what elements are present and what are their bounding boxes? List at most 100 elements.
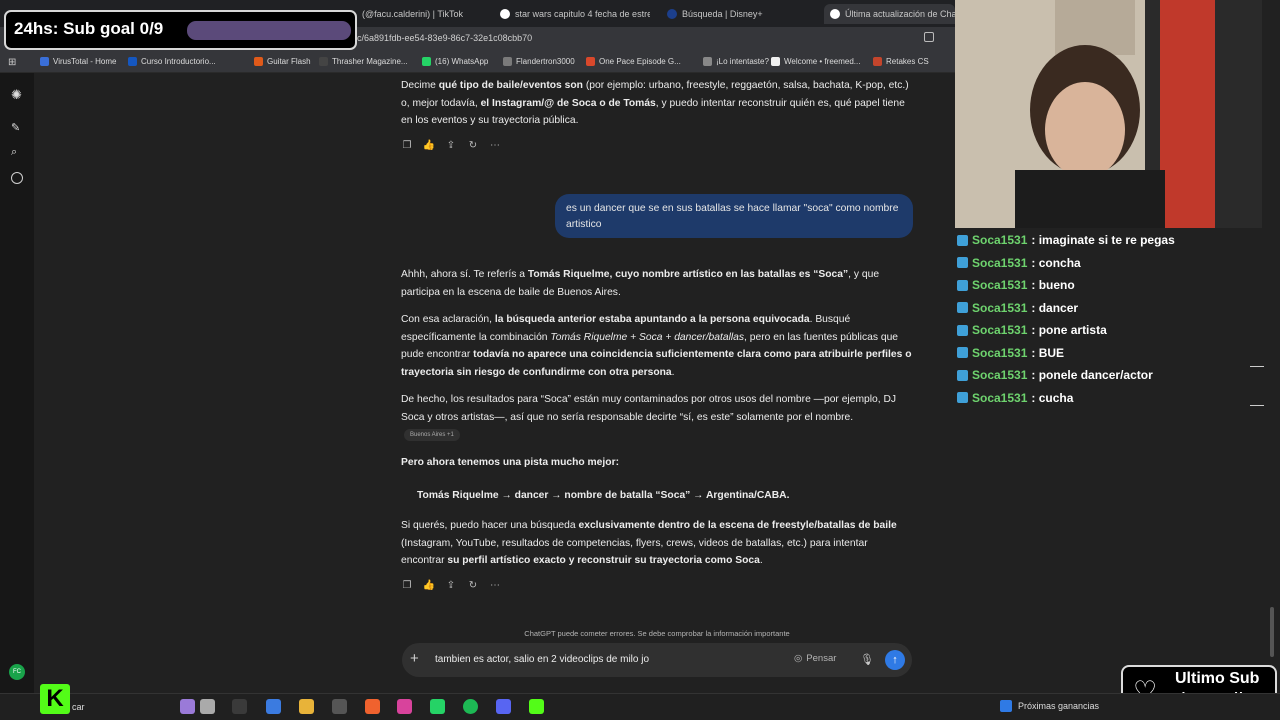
taskbar-app-icon[interactable] (200, 699, 215, 714)
avatar[interactable]: FC (9, 664, 25, 680)
badge-icon (957, 369, 968, 381)
webcam-feed (955, 0, 1262, 228)
regenerate-icon[interactable]: ↻ (467, 139, 479, 151)
chat-message: Soca1531: ponele dancer/actor (957, 368, 1153, 382)
chat-username: Soca1531 (972, 390, 1028, 405)
bookmark-item[interactable]: Curso Introductorio... (128, 57, 216, 66)
bookmark-item[interactable]: Flandertron3000 (503, 57, 575, 66)
scrollbar[interactable] (1270, 607, 1274, 657)
address-text[interactable]: c/6a891fdb-ee54-83e9-86c7-32e1c08cbb70 (357, 33, 532, 43)
bookmark-favicon-icon (703, 57, 712, 66)
chat-message: Soca1531: cucha (957, 391, 1073, 405)
store-icon[interactable] (266, 699, 281, 714)
taskbar-widget[interactable]: Próximas ganancias (1000, 700, 1099, 712)
bookmark-favicon-icon (586, 57, 595, 66)
copy-icon[interactable]: ❐ (401, 139, 413, 151)
bookmark-favicon-icon (254, 57, 263, 66)
feedback-icon[interactable]: 👍 (423, 579, 435, 591)
source-chip[interactable]: Buenos Aires +1 (404, 429, 460, 441)
copy-icon[interactable]: ❐ (401, 579, 413, 591)
spotify-icon[interactable] (463, 699, 478, 714)
bookmark-favicon-icon (503, 57, 512, 66)
lightbulb-icon: ◎ (794, 653, 803, 664)
chat-message: Soca1531: dancer (957, 301, 1078, 315)
message-actions: ❐ 👍 ⇪ ↻ ⋯ (401, 139, 501, 151)
chat-message: Soca1531: bueno (957, 278, 1075, 292)
chat-username: Soca1531 (972, 255, 1028, 270)
bookmark-favicon-icon (40, 57, 49, 66)
app-icon[interactable] (332, 699, 347, 714)
chat-bubble-icon[interactable] (11, 172, 23, 184)
chat-username: Soca1531 (972, 233, 1028, 247)
chat-message: Soca1531: imaginate si te re pegas (957, 233, 1175, 247)
plus-icon[interactable]: + (410, 650, 419, 667)
taskbar-search[interactable]: car (72, 702, 85, 712)
chat-text: : cucha (1031, 390, 1074, 405)
bookmark-favicon-icon (873, 57, 882, 66)
blockquote: Tomás Riquelme → dancer → nombre de bata… (417, 490, 790, 501)
chat-text: : dancer (1031, 300, 1079, 315)
chat-username: Soca1531 (972, 345, 1028, 360)
discord-icon[interactable] (496, 699, 511, 714)
webcam-image (955, 0, 1262, 228)
composer-input[interactable]: tambien es actor, salio en 2 videoclips … (435, 654, 649, 665)
bookmark-favicon-icon (128, 57, 137, 66)
bookmark-item[interactable]: Guitar Flash (254, 57, 311, 66)
disney-icon (667, 9, 677, 19)
regenerate-icon[interactable]: ↻ (467, 579, 479, 591)
tab-chatgpt[interactable]: Última actualización de ChatGP (824, 4, 955, 24)
bookmark-item[interactable]: Welcome • freemed... (771, 57, 860, 66)
search-icon[interactable]: ⌕ (11, 146, 17, 159)
google-icon (500, 9, 510, 19)
overlay-menu-icon (1250, 366, 1264, 406)
badge-icon (957, 324, 968, 336)
subgoal-text: 24hs: Sub goal 0/9 (14, 19, 164, 38)
bookmark-star-icon[interactable] (924, 32, 934, 42)
share-icon[interactable]: ⇪ (445, 579, 457, 591)
more-icon[interactable]: ⋯ (489, 579, 501, 591)
bookmark-item[interactable]: Retakes CS (873, 57, 929, 66)
bookmark-item[interactable]: Thrasher Magazine... (319, 57, 408, 66)
bookmark-item[interactable]: One Pace Episode G... (586, 57, 681, 66)
chat-username: Soca1531 (972, 278, 1028, 292)
chat-username: Soca1531 (972, 323, 1028, 337)
chat-text: : concha (1031, 255, 1081, 270)
tab-tiktok[interactable]: (@facu.calderini) | TikTok (362, 4, 492, 24)
bookmark-item[interactable]: ¡Lo intentaste? (703, 57, 769, 66)
tab-star-wars[interactable]: star wars capitulo 4 fecha de estreno (500, 4, 650, 24)
apps-grid-icon[interactable]: ⊞ (8, 57, 16, 68)
bookmark-item[interactable]: (16) WhatsApp (422, 57, 488, 66)
more-icon[interactable]: ⋯ (489, 139, 501, 151)
subgoal-progress-bar (187, 21, 351, 40)
bookmark-favicon-icon (771, 57, 780, 66)
bookmark-favicon-icon (422, 57, 431, 66)
app-icon[interactable] (397, 699, 412, 714)
assistant-paragraph-3: Con esa aclaración, la búsqueda anterior… (401, 314, 912, 378)
kick-icon[interactable] (529, 699, 544, 714)
bookmark-favicon-icon (319, 57, 328, 66)
message-actions: ❐ 👍 ⇪ ↻ ⋯ (401, 579, 501, 591)
widget-icon (1000, 700, 1012, 712)
tab-disney[interactable]: Búsqueda | Disney+ (667, 4, 807, 24)
last-sub-title: Ultimo Sub (1175, 670, 1260, 687)
badge-icon (957, 392, 968, 403)
microphone-icon[interactable]: 🎙 (860, 653, 874, 667)
whatsapp-icon[interactable] (430, 699, 445, 714)
brave-icon[interactable] (365, 699, 380, 714)
badge-icon (957, 302, 968, 313)
bookmark-item[interactable]: VirusTotal - Home (40, 57, 116, 66)
new-chat-icon[interactable]: ✎ (11, 121, 20, 134)
assistant-paragraph-4: De hecho, los resultados para “Soca” est… (401, 394, 897, 423)
chat-message: Soca1531: pone artista (957, 323, 1107, 337)
chat-text: : imaginate si te re pegas (1031, 233, 1175, 247)
share-icon[interactable]: ⇪ (445, 139, 457, 151)
chat-text: : pone artista (1031, 323, 1107, 337)
folder-icon[interactable] (299, 699, 314, 714)
think-button[interactable]: ◎ Pensar (794, 653, 836, 664)
feedback-icon[interactable]: 👍 (423, 139, 435, 151)
send-button[interactable]: ↑ (885, 650, 905, 670)
taskbar-app-icon[interactable] (180, 699, 195, 714)
openai-logo-icon[interactable]: ✺ (11, 87, 22, 103)
user-message: es un dancer que se en sus batallas se h… (555, 194, 913, 238)
task-view-icon[interactable] (232, 699, 247, 714)
